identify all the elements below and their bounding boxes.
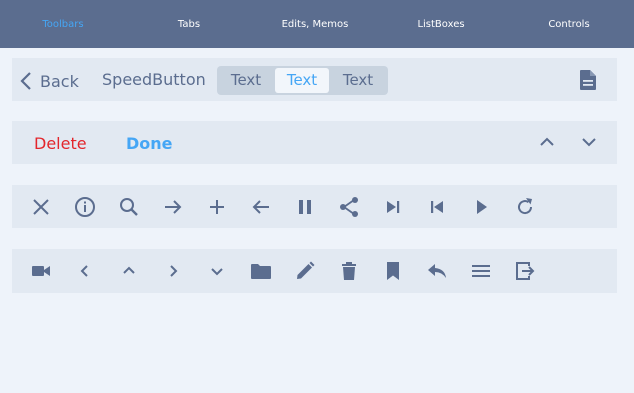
tab-edits-memos[interactable]: Edits, Memos [255,0,375,48]
chevron-left-icon[interactable] [73,259,97,283]
skip-next-icon[interactable] [381,195,405,219]
chevron-down-icon[interactable] [205,259,229,283]
chevron-right-icon[interactable] [161,259,185,283]
share-icon[interactable] [337,195,361,219]
segmented-control: Text Text Text [217,66,388,95]
menu-icon[interactable] [469,259,493,283]
tab-controls[interactable]: Controls [509,0,629,48]
chevron-down-icon[interactable] [581,134,597,154]
reply-icon[interactable] [425,259,449,283]
arrow-left-icon[interactable] [249,195,273,219]
chevron-up-icon[interactable] [117,259,141,283]
segment-1[interactable]: Text [219,68,273,93]
back-label: Back [40,71,79,91]
done-button[interactable]: Done [126,134,173,153]
skip-previous-icon[interactable] [425,195,449,219]
chevron-up-icon[interactable] [539,134,555,154]
pencil-icon[interactable] [293,259,317,283]
folder-icon[interactable] [249,259,273,283]
close-icon[interactable] [29,195,53,219]
speed-button[interactable]: SpeedButton [102,70,206,89]
tab-tabs[interactable]: Tabs [129,0,249,48]
arrow-right-icon[interactable] [161,195,185,219]
back-button[interactable]: Back [20,71,79,91]
plus-icon[interactable] [205,195,229,219]
search-icon[interactable] [117,195,141,219]
segment-3[interactable]: Text [331,68,385,93]
bookmark-icon[interactable] [381,259,405,283]
segment-2[interactable]: Text [275,68,329,93]
toolbar-actions [12,121,617,164]
exit-icon[interactable] [513,259,537,283]
tab-toolbars[interactable]: Toolbars [3,0,123,48]
trash-icon[interactable] [337,259,361,283]
tab-bar: Toolbars Tabs Edits, Memos ListBoxes Con… [0,0,634,48]
pause-icon[interactable] [293,195,317,219]
refresh-icon[interactable] [513,195,537,219]
camera-icon[interactable] [29,259,53,283]
info-icon[interactable] [73,195,97,219]
document-icon[interactable] [578,69,598,95]
play-icon[interactable] [469,195,493,219]
tab-listboxes[interactable]: ListBoxes [381,0,501,48]
delete-button[interactable]: Delete [34,134,87,153]
chevron-left-icon [20,72,31,90]
